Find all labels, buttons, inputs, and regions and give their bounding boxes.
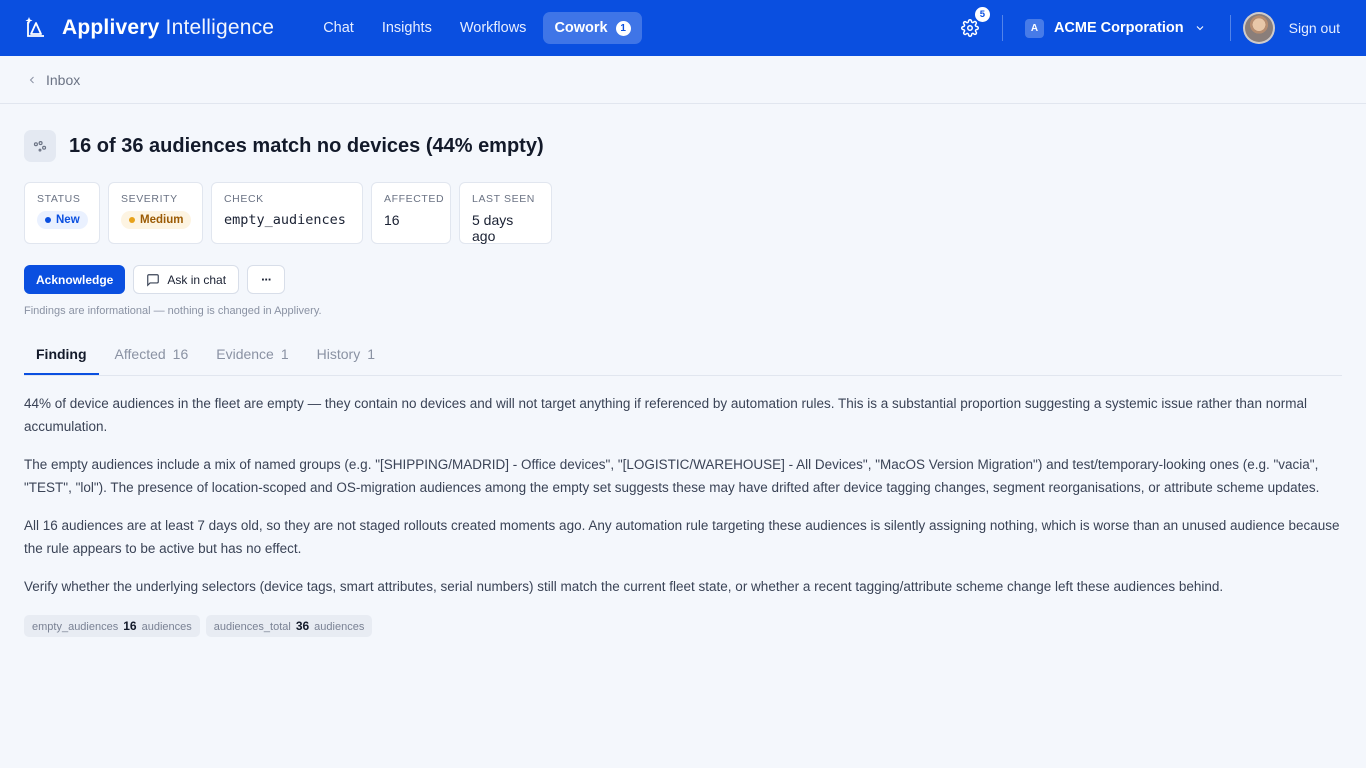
summary-cards: STATUS New SEVERITY Medium CHECK empty_a… bbox=[24, 182, 1342, 244]
finding-paragraph: Verify whether the underlying selectors … bbox=[24, 579, 1224, 594]
main-content: 16 of 36 audiences match no devices (44%… bbox=[0, 130, 1366, 637]
action-bar: Acknowledge Ask in chat ··· bbox=[24, 265, 1342, 294]
brand[interactable]: Applivery Intelligence bbox=[24, 16, 274, 40]
metric-chip: audiences_total 36 audiences bbox=[205, 614, 373, 637]
metric-value: 36 bbox=[295, 618, 310, 633]
severity-value: Medium bbox=[140, 214, 184, 226]
page-title: 16 of 36 audiences match no devices (44%… bbox=[69, 134, 544, 157]
nav-insights[interactable]: Insights bbox=[371, 12, 443, 44]
metric-unit: audiences bbox=[314, 620, 365, 633]
gear-icon bbox=[961, 19, 979, 37]
status-card: STATUS New bbox=[24, 182, 100, 244]
breadcrumb-label: Inbox bbox=[46, 71, 81, 88]
status-badge: New bbox=[37, 211, 88, 229]
check-card: CHECK empty_audiences bbox=[211, 182, 363, 244]
brand-name: Applivery Intelligence bbox=[62, 16, 274, 40]
breadcrumb-inbox[interactable]: Inbox bbox=[26, 72, 80, 88]
finding-paragraph: The empty audiences include a mix of nam… bbox=[24, 457, 1320, 495]
severity-dot bbox=[129, 217, 135, 223]
finding-paragraph: 44% of device audiences in the fleet are… bbox=[24, 396, 1307, 434]
more-dots-icon: ··· bbox=[261, 272, 272, 287]
affected-value: 16 bbox=[384, 212, 400, 228]
tab-finding[interactable]: Finding bbox=[24, 346, 99, 375]
tab-history[interactable]: History 1 bbox=[305, 346, 387, 375]
nav-chat[interactable]: Chat bbox=[312, 12, 365, 44]
tab-affected-count: 16 bbox=[172, 346, 189, 362]
more-options-button[interactable]: ··· bbox=[247, 265, 286, 294]
divider bbox=[1229, 15, 1231, 41]
affected-label: AFFECTED bbox=[384, 193, 445, 205]
nav-workflows-label: Workflows bbox=[459, 20, 527, 36]
metric-value: 16 bbox=[123, 618, 137, 633]
breadcrumb: Inbox bbox=[0, 56, 1366, 104]
last-seen-label: LAST SEEN bbox=[472, 193, 535, 205]
settings-button[interactable]: 5 bbox=[956, 7, 990, 42]
chevron-left-icon bbox=[29, 76, 34, 83]
ask-in-chat-label: Ask in chat bbox=[167, 272, 227, 287]
metric-unit: audiences bbox=[141, 620, 192, 633]
tab-evidence-label: Evidence bbox=[216, 346, 274, 362]
tab-affected[interactable]: Affected 16 bbox=[103, 346, 201, 375]
main-nav: Chat Insights Workflows Cowork 1 bbox=[312, 12, 642, 44]
tab-affected-label: Affected bbox=[114, 346, 166, 362]
tab-bar: Finding Affected 16 Evidence 1 History 1 bbox=[24, 346, 1342, 376]
chat-bubble-icon bbox=[147, 273, 160, 287]
metric-key: empty_audiences bbox=[32, 620, 119, 633]
check-label: CHECK bbox=[224, 193, 264, 205]
divider bbox=[1001, 15, 1003, 41]
metric-chips: empty_audiences 16 audiences audiences_t… bbox=[24, 614, 1342, 637]
tab-evidence[interactable]: Evidence 1 bbox=[204, 346, 300, 375]
org-avatar: A bbox=[1024, 18, 1044, 38]
affected-card: AFFECTED 16 bbox=[371, 182, 451, 244]
nav-workflows[interactable]: Workflows bbox=[449, 12, 538, 44]
info-note: Findings are informational — nothing is … bbox=[24, 305, 322, 317]
metric-chip: empty_audiences 16 audiences bbox=[24, 614, 200, 637]
last-seen-value: 5 days ago bbox=[472, 212, 514, 244]
nav-cowork-label: Cowork bbox=[554, 20, 608, 36]
tab-history-count: 1 bbox=[367, 346, 375, 362]
org-switcher[interactable]: A ACME Corporation bbox=[1024, 18, 1206, 38]
nav-chat-label: Chat bbox=[323, 20, 354, 36]
last-seen-card: LAST SEEN 5 days ago bbox=[459, 182, 552, 244]
severity-card: SEVERITY Medium bbox=[108, 182, 203, 244]
finding-paragraph: All 16 audiences are at least 7 days old… bbox=[24, 518, 1340, 556]
sign-out-link[interactable]: Sign out bbox=[1289, 20, 1340, 36]
brand-name-bold: Applivery bbox=[62, 16, 160, 39]
tab-finding-label: Finding bbox=[36, 346, 87, 362]
ask-in-chat-button[interactable]: Ask in chat bbox=[133, 265, 240, 294]
top-bar: Applivery Intelligence Chat Insights Wor… bbox=[0, 0, 1366, 56]
tab-evidence-count: 1 bbox=[280, 346, 289, 362]
chevron-down-icon bbox=[1196, 26, 1204, 31]
check-value: empty_audiences bbox=[224, 212, 346, 228]
nav-cowork[interactable]: Cowork 1 bbox=[543, 12, 642, 44]
user-avatar[interactable] bbox=[1242, 12, 1275, 44]
nav-cowork-badge: 1 bbox=[615, 20, 631, 36]
nav-insights-label: Insights bbox=[381, 20, 432, 36]
status-dot bbox=[45, 217, 51, 223]
audience-icon bbox=[24, 130, 56, 162]
finding-body: 44% of device audiences in the fleet are… bbox=[24, 393, 1342, 599]
severity-label: SEVERITY bbox=[121, 193, 178, 205]
brand-name-light: Intelligence bbox=[165, 16, 275, 39]
org-name: ACME Corporation bbox=[1053, 20, 1184, 36]
acknowledge-button[interactable]: Acknowledge bbox=[24, 265, 126, 294]
settings-badge: 5 bbox=[974, 7, 990, 22]
status-label: STATUS bbox=[37, 193, 81, 205]
tab-history-label: History bbox=[316, 346, 361, 362]
severity-badge: Medium bbox=[121, 211, 192, 229]
status-value: New bbox=[56, 214, 80, 226]
applivery-logo-icon bbox=[25, 17, 44, 37]
metric-key: audiences_total bbox=[213, 620, 291, 633]
